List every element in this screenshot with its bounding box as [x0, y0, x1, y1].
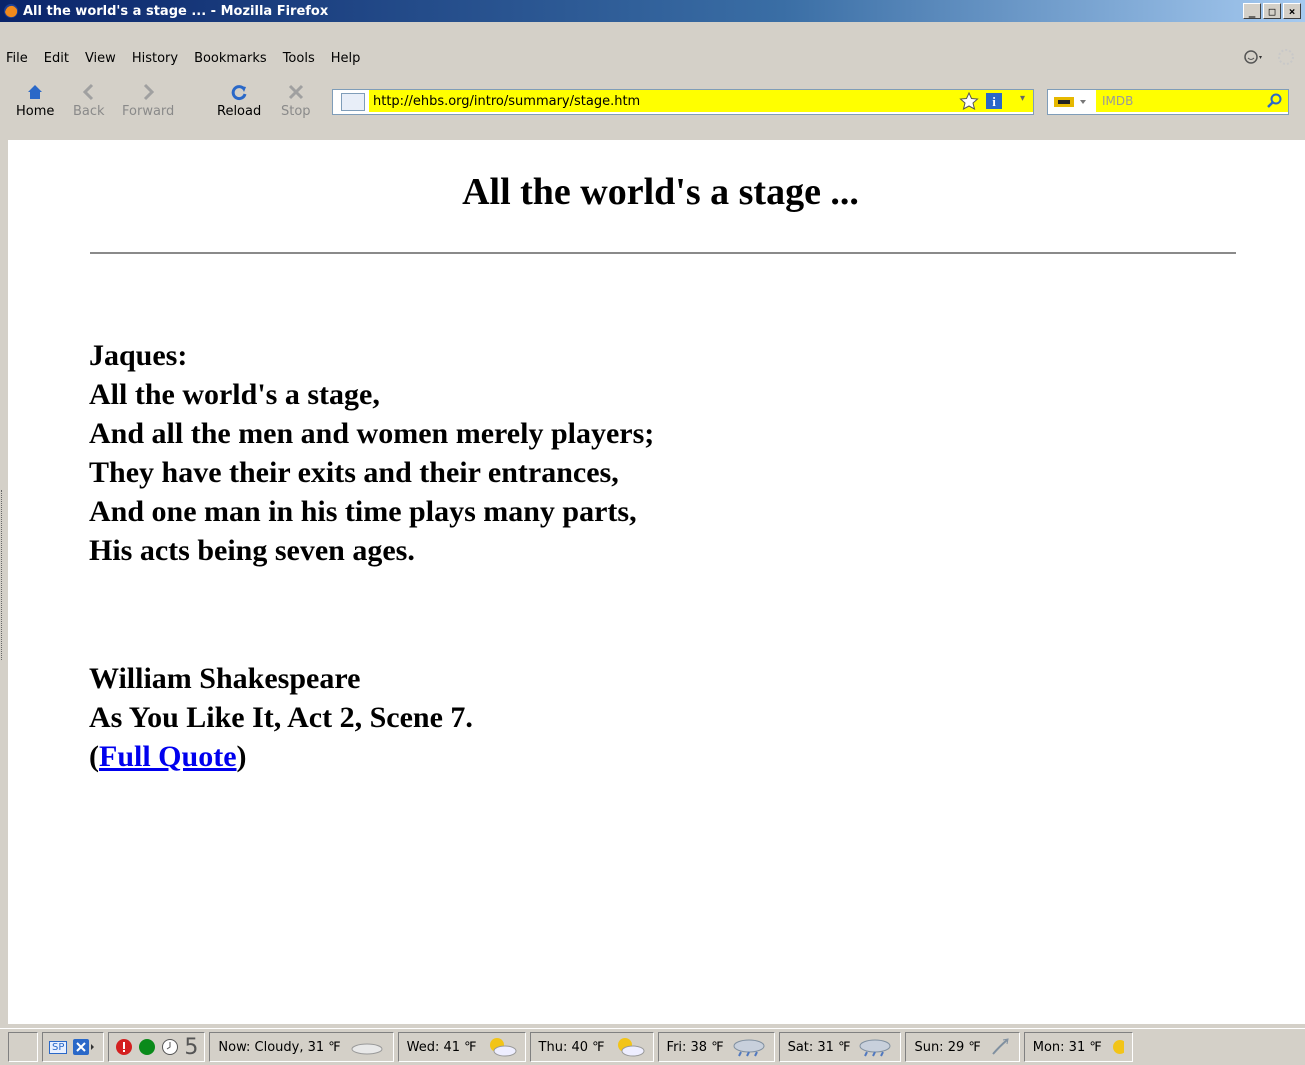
search-icon[interactable] [1266, 93, 1282, 109]
weather-label: Now: Cloudy, 31 ℉ [218, 1039, 341, 1055]
count-badge: 5 [184, 1034, 199, 1060]
sp-badge-icon[interactable]: SP [49, 1040, 68, 1054]
weather-label: Fri: 38 ℉ [666, 1039, 724, 1055]
paren-open: ( [89, 740, 99, 773]
profile-icon[interactable] [1243, 49, 1265, 65]
quote-line: They have their exits and their entrance… [89, 456, 619, 489]
full-quote-link[interactable]: Full Quote [99, 740, 237, 773]
back-arrow-icon [82, 83, 93, 101]
weather-label: Sat: 31 ℉ [787, 1039, 851, 1055]
menu-edit[interactable]: Edit [36, 51, 77, 66]
weather-label: Wed: 41 ℉ [406, 1039, 477, 1055]
clock-icon[interactable] [161, 1038, 179, 1056]
maximize-button[interactable]: □ [1263, 3, 1281, 19]
weather-thu[interactable]: Thu: 40 ℉ [529, 1032, 654, 1062]
weather-now[interactable]: Now: Cloudy, 31 ℉ [209, 1032, 394, 1062]
weather-label: Thu: 40 ℉ [538, 1039, 605, 1055]
forward-arrow-icon [144, 83, 155, 101]
weather-wed[interactable]: Wed: 41 ℉ [397, 1032, 526, 1062]
svg-text:i: i [992, 94, 996, 109]
weather-mon[interactable]: Mon: 31 ℉ [1023, 1032, 1133, 1062]
quote-line: And one man in his time plays many parts… [89, 495, 637, 528]
stop-button[interactable]: Stop [281, 80, 311, 119]
home-icon [28, 85, 43, 99]
cloud-icon [351, 1043, 383, 1055]
home-label: Home [16, 104, 55, 119]
rain-cloud-icon [733, 1039, 765, 1057]
navigation-toolbar: Home Back Forward Reload Stop http://ehb… [0, 78, 1305, 130]
sun-icon [1112, 1040, 1124, 1054]
status-message-area [8, 1032, 38, 1062]
partly-sunny-icon [489, 1038, 517, 1057]
bookmark-star-icon[interactable] [959, 92, 979, 110]
status-bar: SP 5 Now: Cloudy, 31 ℉ Wed: 41 ℉ Thu: 40… [0, 1028, 1305, 1065]
rain-cloud-icon [859, 1039, 891, 1057]
reload-label: Reload [217, 104, 262, 119]
quote-line: All the world's a stage, [89, 378, 380, 411]
forward-button[interactable]: Forward [122, 80, 174, 119]
window-title-bar: All the world's a stage ... - Mozilla Fi… [0, 0, 1305, 22]
weather-sat[interactable]: Sat: 31 ℉ [778, 1032, 902, 1062]
site-identity-icon[interactable] [341, 93, 365, 111]
url-text[interactable]: http://ehbs.org/intro/summary/stage.htm [369, 94, 640, 109]
back-button[interactable]: Back [73, 80, 105, 119]
menu-help[interactable]: Help [323, 51, 369, 66]
paren-close: ) [236, 740, 247, 773]
menu-file[interactable]: File [0, 51, 36, 66]
quote-line: And all the men and women merely players… [89, 417, 655, 450]
minimize-button[interactable]: _ [1243, 3, 1261, 19]
url-dropdown-icon[interactable]: ▾ [1020, 93, 1025, 104]
page-title: All the world's a stage ... [462, 171, 859, 213]
firefox-icon [4, 4, 18, 18]
url-bar[interactable]: http://ehbs.org/intro/summary/stage.htm … [332, 89, 1034, 115]
reload-icon [231, 85, 247, 101]
search-bar[interactable]: IMDB [1047, 89, 1289, 115]
addon-icons: SP [42, 1032, 105, 1062]
full-quote-row: (Full Quote) [89, 737, 473, 776]
weather-label: Mon: 31 ℉ [1032, 1039, 1102, 1055]
wind-icon [991, 1038, 1009, 1055]
author-name: William Shakespeare [89, 662, 361, 695]
status-indicators: 5 [108, 1032, 206, 1062]
quote-line: His acts being seven ages. [89, 534, 415, 567]
home-button[interactable]: Home [16, 80, 54, 119]
forward-label: Forward [122, 104, 175, 119]
partly-sunny-icon [617, 1038, 645, 1057]
menu-view[interactable]: View [77, 51, 124, 66]
search-engine-icon[interactable] [1054, 95, 1090, 109]
close-button[interactable]: × [1283, 3, 1301, 19]
reload-button[interactable]: Reload [217, 80, 261, 119]
menu-bookmarks[interactable]: Bookmarks [186, 51, 275, 66]
attribution: William Shakespeare As You Like It, Act … [89, 659, 473, 776]
source-text: As You Like It, Act 2, Scene 7. [89, 701, 473, 734]
menu-history[interactable]: History [124, 51, 186, 66]
stop-icon [288, 84, 303, 100]
sidebar-splitter[interactable] [1, 490, 6, 660]
weather-label: Sun: 29 ℉ [914, 1039, 981, 1055]
search-input[interactable]: IMDB [1096, 94, 1133, 108]
info-icon[interactable]: i [985, 92, 1003, 110]
speaker-line: Jaques: [89, 339, 188, 372]
stop-label: Stop [281, 104, 311, 119]
page-content: All the world's a stage ... Jaques: All … [0, 140, 1305, 1024]
alert-icon[interactable] [115, 1038, 133, 1056]
weather-fri[interactable]: Fri: 38 ℉ [657, 1032, 775, 1062]
menu-tools[interactable]: Tools [275, 51, 323, 66]
quote-block: Jaques: All the world's a stage, And all… [89, 336, 654, 570]
xmarks-icon[interactable] [73, 1038, 97, 1056]
menu-bar: File Edit View History Bookmarks Tools H… [0, 46, 1305, 70]
back-label: Back [73, 104, 105, 119]
window-title: All the world's a stage ... - Mozilla Fi… [23, 3, 329, 19]
weather-sun[interactable]: Sun: 29 ℉ [905, 1032, 1020, 1062]
throbber-icon [1278, 49, 1294, 65]
status-green-icon[interactable] [138, 1038, 156, 1056]
divider [90, 252, 1236, 254]
